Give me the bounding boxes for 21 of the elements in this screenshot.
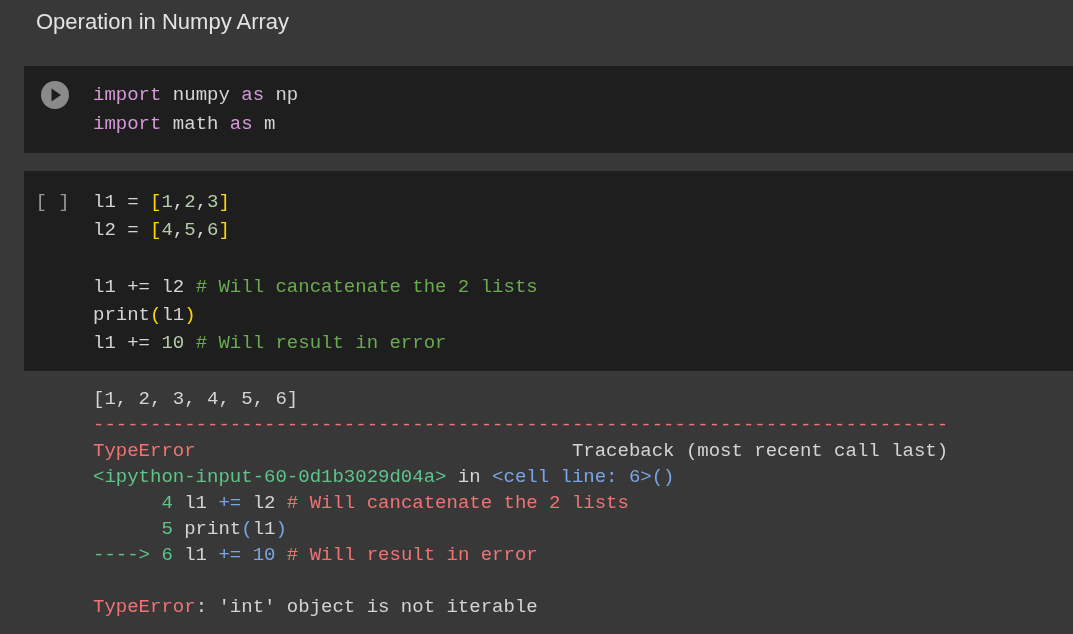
code-line: l1 = [1,2,3] xyxy=(93,190,230,215)
code-line: l1 += 10 # Will result in error xyxy=(93,331,447,357)
code-line: import math as m xyxy=(93,112,276,137)
section-title: Operation in Numpy Array xyxy=(35,8,291,36)
code-cell[interactable]: import numpy as np import math as m xyxy=(24,66,1073,153)
code-line: print(l1) xyxy=(93,303,196,329)
output-line: TypeError: 'int' object is not iterable xyxy=(93,594,538,620)
execution-count: [ ] xyxy=(35,190,70,215)
output-line: <ipython-input-60-0d1b3029d04a> in <cell line: 6>() xyxy=(93,464,675,490)
output-line: --------------------------------------------------------------------------- xyxy=(93,412,949,438)
code-cell[interactable]: [ ] l1 = [1,2,3] l2 = [4,5,6] l1 += l2 # Will cancatenate the 2 lists print(l1) l1 += 10 # Will result in error xyxy=(24,171,1073,371)
code-line: import numpy as np xyxy=(93,83,299,108)
code-line: l2 = [4,5,6] xyxy=(93,218,230,244)
code-line: l1 += l2 # Will cancatenate the 2 lists xyxy=(93,274,538,300)
output-line: 4 l1 += l2 # Will cancatenate the 2 lists xyxy=(160,490,629,516)
output-line: [1, 2, 3, 4, 5, 6] xyxy=(93,386,299,412)
traceback-header: Traceback (most recent call last) xyxy=(571,438,949,464)
output-line: 5 print(l1) xyxy=(160,516,287,542)
output-line: ----> 6 l1 += 10 # Will result in error xyxy=(93,542,538,568)
error-name: TypeError xyxy=(93,438,196,464)
run-icon[interactable] xyxy=(39,80,70,110)
